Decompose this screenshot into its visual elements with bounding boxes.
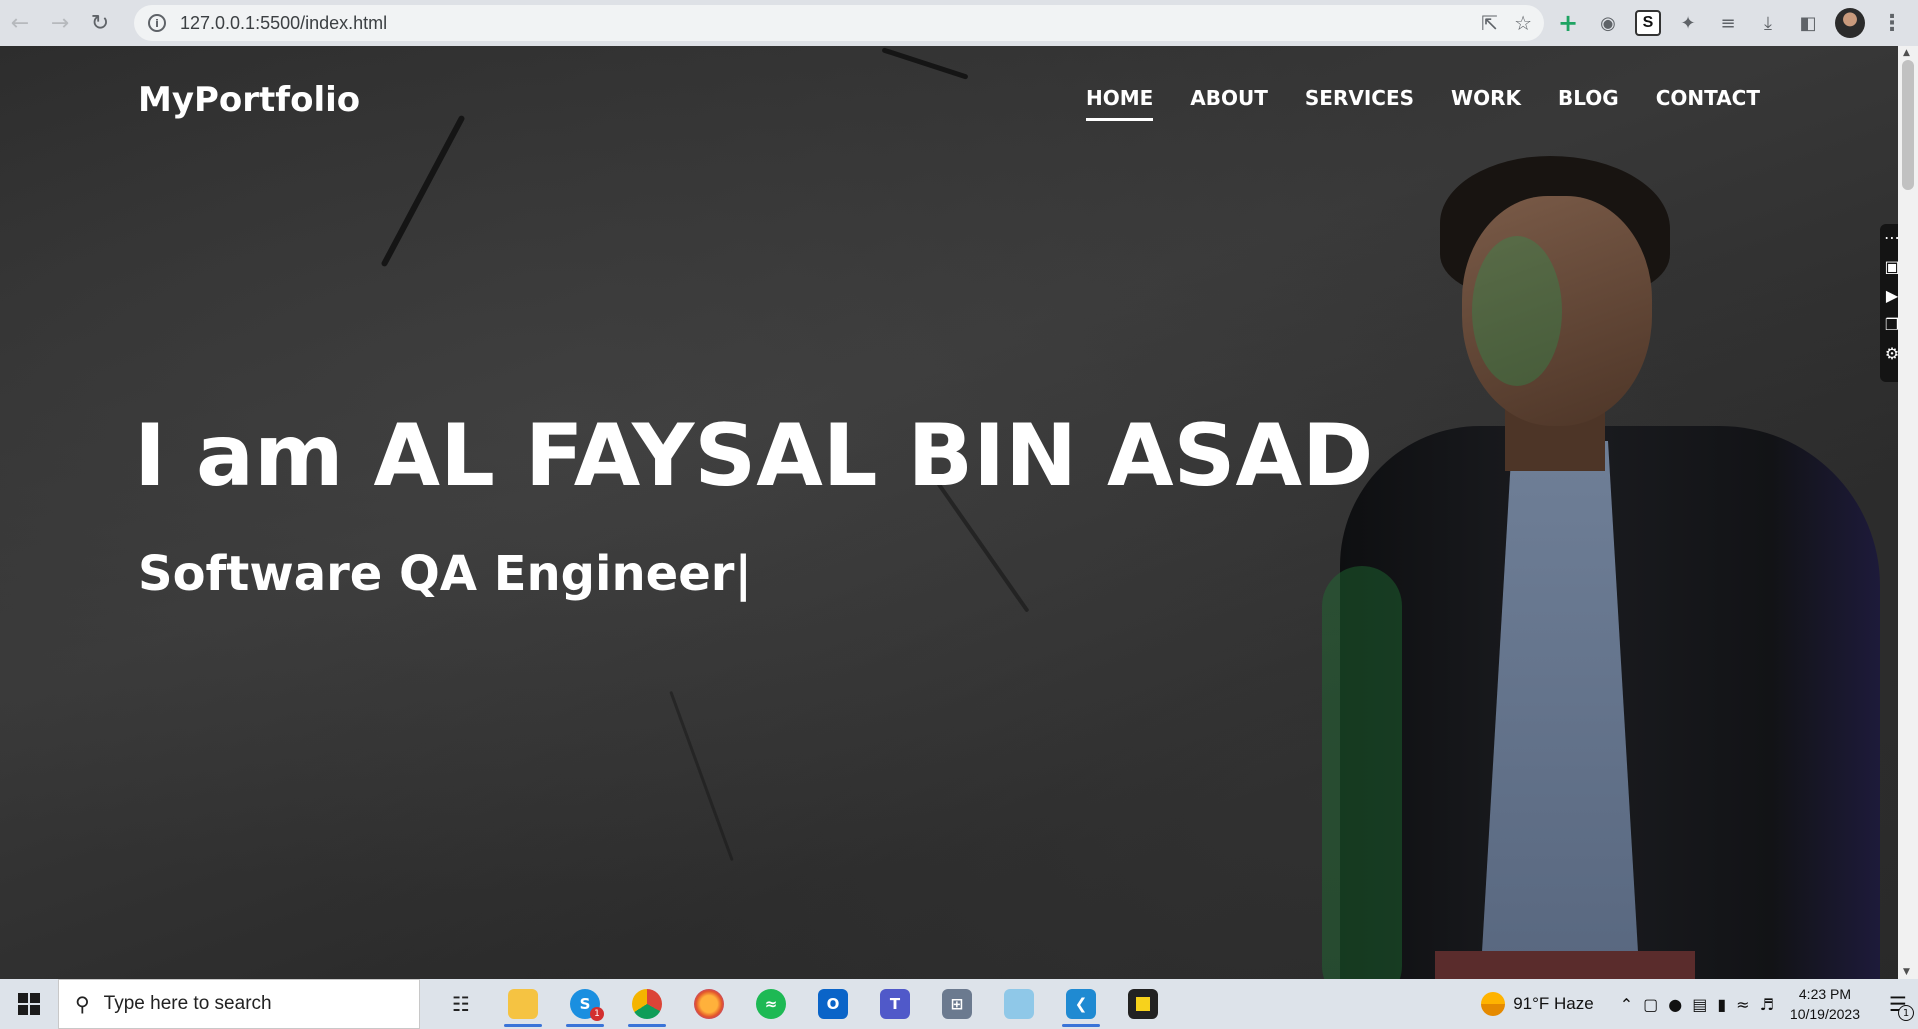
nav-contact[interactable]: CONTACT	[1656, 86, 1760, 121]
skype-badge: 1	[590, 1007, 604, 1021]
microphone-icon[interactable]: ●	[1668, 995, 1682, 1014]
search-icon: ⚲	[75, 992, 90, 1016]
forward-button[interactable]: →	[40, 3, 80, 43]
taskbar-search[interactable]: ⚲ Type here to search	[58, 979, 420, 1029]
outlook-icon[interactable]: O	[802, 979, 864, 1029]
notepad-icon[interactable]	[988, 979, 1050, 1029]
taskbar-clock[interactable]: 4:23 PM 10/19/2023	[1790, 984, 1860, 1024]
weather-widget[interactable]: 91°F Haze	[1481, 992, 1594, 1016]
tray-icons: ⌃ ▢ ● ▤ ▮ ≈ ♬	[1620, 995, 1774, 1014]
download-icon[interactable]: ⤓	[1755, 10, 1781, 36]
taskbar-apps: ☷ S1 ≈ O T ⊞ ❮	[430, 979, 1174, 1029]
reload-button[interactable]: ↻	[80, 3, 120, 43]
portrait-photo	[1320, 116, 1898, 979]
skype-icon[interactable]: S1	[554, 979, 616, 1029]
notification-center-icon[interactable]: ☰ 1	[1878, 979, 1918, 1029]
site-logo[interactable]: MyPortfolio	[138, 80, 360, 120]
share-icon[interactable]: ⇱	[1481, 11, 1498, 35]
calculator-icon[interactable]: ⊞	[926, 979, 988, 1029]
s-extension-icon[interactable]: S	[1635, 10, 1661, 36]
video-icon[interactable]: ▶	[1886, 286, 1898, 305]
hero-subtitle: Software QA Engineer|	[138, 546, 752, 602]
meet-now-icon[interactable]: ▢	[1643, 995, 1658, 1014]
profile-avatar[interactable]	[1835, 8, 1865, 38]
plus-icon[interactable]: +	[1555, 9, 1581, 37]
clock-time: 4:23 PM	[1798, 986, 1852, 1002]
windows-taskbar: ⚲ Type here to search ☷ S1 ≈ O T ⊞ ❮ 91°…	[0, 979, 1918, 1029]
back-button[interactable]: ←	[0, 3, 40, 43]
start-button[interactable]	[0, 979, 58, 1029]
volume-icon[interactable]: ♬	[1760, 995, 1774, 1014]
wall-crack	[380, 114, 466, 268]
windows-logo-icon	[18, 993, 40, 1015]
address-url[interactable]: 127.0.0.1:5500/index.html	[180, 13, 387, 34]
sticky-notes-icon[interactable]	[1112, 979, 1174, 1029]
clock-date: 10/19/2023	[1789, 1006, 1860, 1022]
chevron-up-icon[interactable]: ⌃	[1620, 995, 1633, 1014]
spotify-icon[interactable]: ≈	[740, 979, 802, 1029]
task-view-icon[interactable]: ☷	[430, 979, 492, 1029]
firefox-icon[interactable]	[678, 979, 740, 1029]
browser-toolbar: ← → ↻ i 127.0.0.1:5500/index.html ⇱ ☆ + …	[0, 0, 1918, 46]
nav-home[interactable]: HOME	[1085, 86, 1154, 121]
reading-list-icon[interactable]: ≡	[1715, 10, 1741, 36]
site-info-icon[interactable]: i	[148, 14, 166, 32]
system-tray: 91°F Haze ⌃ ▢ ● ▤ ▮ ≈ ♬ 4:23 PM 10/19/20…	[1481, 979, 1918, 1029]
scroll-up-arrow-icon[interactable]: ▲	[1903, 48, 1910, 58]
nav-work[interactable]: WORK	[1451, 86, 1521, 121]
hero-section: MyPortfolio HOME ABOUT SERVICES WORK BLO…	[0, 46, 1898, 979]
address-bar[interactable]: i 127.0.0.1:5500/index.html ⇱ ☆	[134, 5, 1544, 41]
dashboard-icon[interactable]: ◉	[1595, 10, 1621, 36]
main-nav: HOME ABOUT SERVICES WORK BLOG CONTACT	[1085, 86, 1760, 121]
notification-count: 1	[1898, 1005, 1914, 1021]
chrome-icon[interactable]	[616, 979, 678, 1029]
nav-blog[interactable]: BLOG	[1558, 86, 1619, 121]
hero-headline: I am AL FAYSAL BIN ASAD	[134, 406, 1374, 506]
scroll-down-arrow-icon[interactable]: ▼	[1903, 967, 1910, 977]
extensions-area: + ◉ S ✦ ≡ ⤓ ◧ ⋮	[1555, 6, 1905, 40]
taskbar-search-placeholder[interactable]: Type here to search	[104, 993, 272, 1015]
kebab-menu-icon[interactable]: ⋮	[1879, 10, 1905, 36]
side-panel-icon[interactable]: ◧	[1795, 10, 1821, 36]
security-icon[interactable]: ▤	[1692, 995, 1707, 1014]
battery-icon[interactable]: ▮	[1717, 995, 1726, 1014]
page-scrollbar[interactable]: ▲ ▼	[1898, 46, 1918, 979]
haze-weather-icon	[1481, 992, 1506, 1016]
teams-icon[interactable]: T	[864, 979, 926, 1029]
wall-crack	[881, 47, 969, 80]
wall-crack	[669, 690, 734, 862]
puzzle-icon[interactable]: ✦	[1675, 10, 1701, 36]
weather-text[interactable]: 91°F Haze	[1513, 994, 1594, 1014]
bookmark-star-icon[interactable]: ☆	[1514, 11, 1532, 35]
vscode-icon[interactable]: ❮	[1050, 979, 1112, 1029]
nav-services[interactable]: SERVICES	[1305, 86, 1414, 121]
scrollbar-thumb[interactable]	[1902, 60, 1914, 190]
wifi-icon[interactable]: ≈	[1736, 995, 1749, 1014]
nav-about[interactable]: ABOUT	[1190, 86, 1268, 121]
file-explorer-icon[interactable]	[492, 979, 554, 1029]
